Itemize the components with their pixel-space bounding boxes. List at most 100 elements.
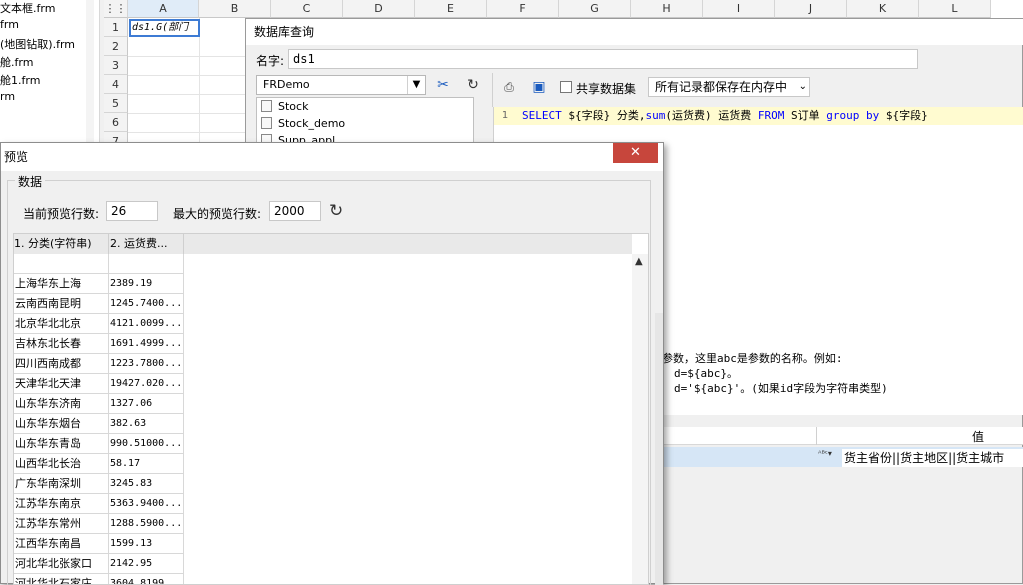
table-row[interactable]: 云南西南昆明 1245.7400... bbox=[14, 294, 184, 314]
sql-keyword: group by bbox=[826, 109, 880, 122]
file-tree-item[interactable]: 文本框.frm bbox=[0, 0, 55, 18]
table-row[interactable]: 山西华北长治 58.17 bbox=[14, 454, 184, 474]
current-rows-field[interactable]: 26 bbox=[106, 201, 158, 221]
sql-keyword: FROM bbox=[757, 109, 785, 122]
table-name: Stock bbox=[278, 100, 309, 113]
sql-keyword: SELECT bbox=[522, 109, 562, 122]
param-value-field[interactable]: 货主省份||货主地区||货主城市 bbox=[842, 449, 1023, 467]
share-dataset-label: 共享数据集 bbox=[576, 82, 637, 96]
close-icon: ✕ bbox=[630, 145, 641, 160]
table-cell: 广东华南深圳 bbox=[14, 474, 109, 494]
sql-fragment: S订单 bbox=[784, 109, 827, 122]
row-header[interactable]: 2 bbox=[104, 37, 128, 56]
table-row[interactable]: 江苏华东常州 1288.5900... bbox=[14, 514, 184, 534]
row-header[interactable]: 6 bbox=[104, 113, 128, 132]
column-header[interactable]: E bbox=[415, 0, 487, 18]
table-list-item[interactable]: Stock_demo bbox=[261, 115, 345, 132]
file-tree-item[interactable]: 舱1.frm bbox=[0, 72, 40, 90]
row-header[interactable]: 5 bbox=[104, 94, 128, 113]
column-header[interactable]: A bbox=[128, 0, 199, 18]
parameter-hint: 参数，这里abc是参数的名称。例如: d=${abc}。 d='${abc}'。… bbox=[656, 345, 1023, 415]
column-header[interactable]: B bbox=[199, 0, 271, 18]
refresh-icon[interactable]: ↻ bbox=[462, 75, 484, 95]
column-header[interactable]: C bbox=[271, 0, 343, 18]
column-header[interactable]: 1. 分类(字符串) bbox=[14, 234, 109, 254]
parameter-table-header: 值 bbox=[656, 427, 1023, 445]
column-header[interactable]: H bbox=[631, 0, 703, 18]
chevron-down-icon: ⌄ bbox=[798, 81, 807, 92]
table-scrollbar[interactable]: ▲ bbox=[632, 254, 648, 584]
table-row[interactable]: 山东华东济南 1327.06 bbox=[14, 394, 184, 414]
table-cell: 2142.95 bbox=[109, 554, 184, 574]
table-row[interactable]: 天津华北天津 19427.020... bbox=[14, 374, 184, 394]
file-tree-item[interactable]: rm bbox=[0, 90, 15, 108]
column-header[interactable]: K bbox=[847, 0, 919, 18]
column-header[interactable]: L bbox=[919, 0, 991, 18]
file-panel-scrollbar[interactable] bbox=[86, 0, 94, 150]
share-dataset-checkbox[interactable] bbox=[560, 81, 572, 93]
sheet-corner[interactable]: ⋮⋮ bbox=[104, 0, 128, 18]
grid-dots-icon: ⋮⋮ bbox=[104, 2, 127, 15]
text-type-icon[interactable]: ᴬᴮᶜ▾ bbox=[818, 449, 840, 467]
preview-table: 1. 分类(字符串) 2. 运货费... 上海华东上海 2389.19 云南西南昆… bbox=[13, 233, 649, 585]
table-icon bbox=[261, 117, 272, 129]
datasource-select[interactable]: FRDemo ▼ bbox=[256, 75, 426, 95]
preview-icon[interactable]: ⎙ bbox=[498, 77, 520, 97]
row-header[interactable]: 1 bbox=[104, 18, 128, 37]
table-cell: 四川西南成都 bbox=[14, 354, 109, 374]
datasource-value: FRDemo bbox=[263, 78, 310, 91]
table-row[interactable] bbox=[14, 254, 184, 274]
table-cell: 山东华东烟台 bbox=[14, 414, 109, 434]
column-header[interactable]: J bbox=[775, 0, 847, 18]
table-cell bbox=[109, 254, 184, 274]
table-cell: 江苏华东常州 bbox=[14, 514, 109, 534]
table-cell: 江西华东南昌 bbox=[14, 534, 109, 554]
close-button[interactable]: ✕ bbox=[613, 143, 658, 163]
preview-title: 预览 bbox=[1, 143, 663, 171]
table-cell: 5363.9400... bbox=[109, 494, 184, 514]
max-rows-field[interactable]: 2000 bbox=[269, 201, 321, 221]
table-cell: 1599.13 bbox=[109, 534, 184, 554]
table-row[interactable]: 江苏华东南京 5363.9400... bbox=[14, 494, 184, 514]
cell-a1[interactable]: ds1.G(部门 bbox=[129, 19, 200, 37]
column-header[interactable]: I bbox=[703, 0, 775, 18]
table-row[interactable]: 山东华东烟台 382.63 bbox=[14, 414, 184, 434]
row-header[interactable]: 3 bbox=[104, 56, 128, 75]
memory-mode-select[interactable]: 所有记录都保存在内存中 ⌄ bbox=[648, 77, 810, 97]
table-name: Stock_demo bbox=[278, 117, 346, 130]
table-row[interactable]: 河北华北张家口 2142.95 bbox=[14, 554, 184, 574]
name-label: 名字: bbox=[256, 54, 285, 68]
column-header[interactable]: G bbox=[559, 0, 631, 18]
name-input[interactable]: ds1 bbox=[288, 49, 918, 69]
dialog-scrollbar[interactable] bbox=[655, 313, 663, 585]
table-row[interactable]: 山东华东青岛 990.51000... bbox=[14, 434, 184, 454]
sql-fragment: ${字段} 分类, bbox=[561, 109, 646, 122]
save-icon[interactable]: ▣ bbox=[528, 77, 550, 97]
sql-fragment: (运货费) 运货费 bbox=[665, 109, 758, 122]
refresh-icon[interactable]: ↻ bbox=[329, 201, 343, 221]
table-row[interactable]: 江西华东南昌 1599.13 bbox=[14, 534, 184, 554]
table-cell: 1327.06 bbox=[109, 394, 184, 414]
table-cell: 河北华北石家庄 bbox=[14, 574, 109, 584]
table-row[interactable]: 四川西南成都 1223.7800... bbox=[14, 354, 184, 374]
table-row[interactable]: 北京华北北京 4121.0099... bbox=[14, 314, 184, 334]
file-tree-item[interactable]: 舱.frm bbox=[0, 54, 33, 72]
table-cell: 山东华东济南 bbox=[14, 394, 109, 414]
table-row[interactable]: 河北华北石家庄 3604.8199 bbox=[14, 574, 184, 584]
sql-text: SELECT ${字段} 分类,sum(运货费) 运货费 FROM S订单 gr… bbox=[522, 107, 928, 125]
row-header[interactable]: 4 bbox=[104, 75, 128, 94]
column-header[interactable]: F bbox=[487, 0, 559, 18]
file-tree-item[interactable]: (地图钻取).frm bbox=[0, 36, 75, 54]
table-row[interactable]: 吉林东北长春 1691.4999... bbox=[14, 334, 184, 354]
table-row[interactable]: 上海华东上海 2389.19 bbox=[14, 274, 184, 294]
column-header[interactable]: D bbox=[343, 0, 415, 18]
table-row[interactable]: 广东华南深圳 3245.83 bbox=[14, 474, 184, 494]
table-cell: 山西华北长治 bbox=[14, 454, 109, 474]
table-cell: 河北华北张家口 bbox=[14, 554, 109, 574]
tools-icon[interactable]: ✂ bbox=[432, 75, 454, 95]
table-list-item[interactable]: Stock bbox=[261, 98, 308, 115]
column-header[interactable]: 2. 运货费... bbox=[109, 234, 184, 254]
file-tree-item[interactable]: frm bbox=[0, 18, 19, 36]
chevron-up-icon[interactable]: ▲ bbox=[635, 256, 643, 267]
divider bbox=[816, 427, 817, 445]
